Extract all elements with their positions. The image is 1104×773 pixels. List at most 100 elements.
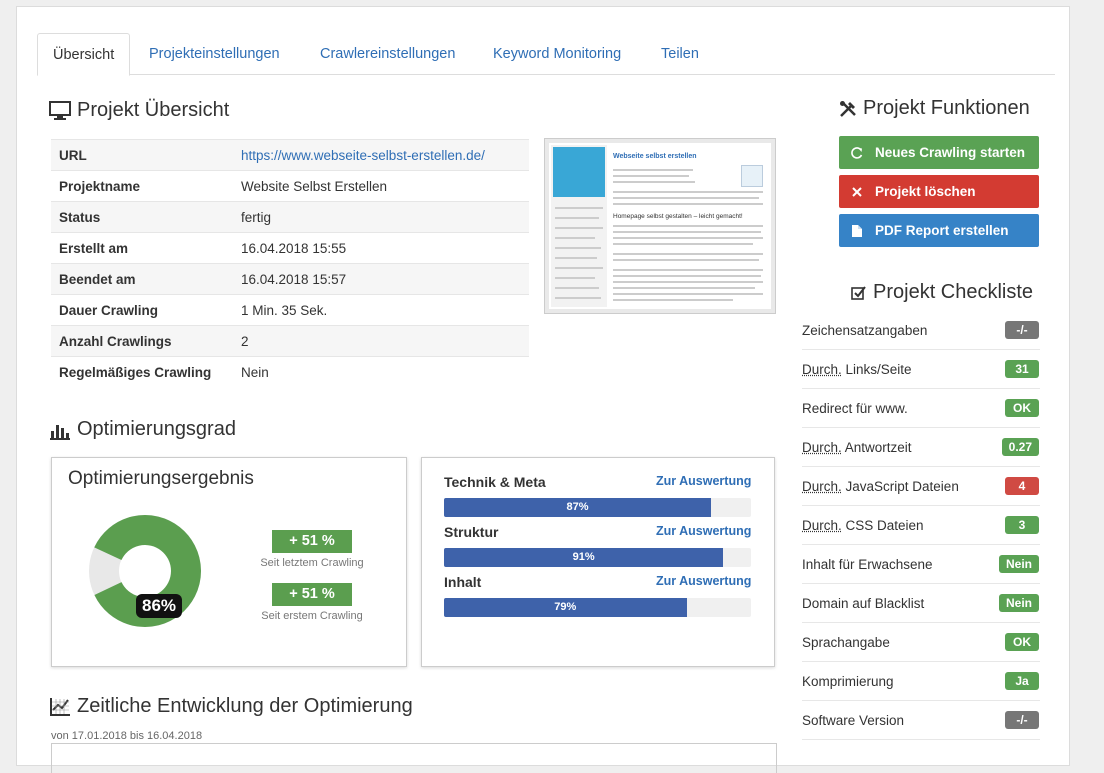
abbr-durch: Durch. [802, 479, 842, 494]
row-key: Anzahl Crawlings [51, 326, 233, 357]
checklist-item: Durch. Links/Seite 31 [802, 350, 1040, 389]
progress-fill: 91% [444, 548, 723, 567]
optimization-result-box: Optimierungsergebnis 86% + 51 % Seit let… [51, 457, 407, 667]
status-badge: 3 [1005, 516, 1039, 534]
checklist-item: Redirect für www. OK [802, 389, 1040, 428]
row-key: Dauer Crawling [51, 295, 233, 326]
abbr-durch: Durch. [802, 440, 842, 455]
timeline-range: von 17.01.2018 bis 16.04.2018 [51, 730, 202, 742]
table-row: Projektname Website Selbst Erstellen [51, 171, 529, 202]
status-badge: 4 [1005, 477, 1039, 495]
status-badge: Nein [999, 555, 1039, 573]
row-key: Beendet am [51, 264, 233, 295]
overview-title: Projekt Übersicht [77, 99, 229, 122]
progress-fill: 79% [444, 598, 687, 617]
start-crawling-button[interactable]: Neues Crawling starten [839, 136, 1039, 169]
row-value: 1 Min. 35 Sek. [233, 295, 529, 326]
pdf-report-button[interactable]: PDF Report erstellen [839, 214, 1039, 247]
checklist-item: Inhalt für Erwachsene Nein [802, 545, 1040, 584]
checklist-item: Durch. Antwortzeit 0.27 [802, 428, 1040, 467]
row-value: Website Selbst Erstellen [233, 171, 529, 202]
checklist-item: Software Version -/- [802, 701, 1040, 740]
table-row: Status fertig [51, 202, 529, 233]
row-value: Nein [233, 357, 529, 388]
checklist-item-label: Zeichensatzangaben [802, 323, 927, 338]
table-row: Erstellt am 16.04.2018 15:55 [51, 233, 529, 264]
optimization-heading: Optimierungsgrad [49, 418, 236, 441]
delete-project-label: Projekt löschen [875, 184, 976, 199]
checklist-item-label: Domain auf Blacklist [802, 596, 924, 611]
row-key: Status [51, 202, 233, 233]
functions-heading: Projekt Funktionen [839, 97, 1030, 120]
category-label: Struktur [444, 524, 498, 540]
overview-heading: Projekt Übersicht [49, 99, 229, 122]
checklist-item: Zeichensatzangaben -/- [802, 311, 1040, 350]
status-badge: -/- [1005, 321, 1039, 339]
category-progress-bar: 79% [444, 598, 751, 617]
table-row: Anzahl Crawlings 2 [51, 326, 529, 357]
row-value: 16.04.2018 15:55 [233, 233, 529, 264]
checklist-item: Domain auf Blacklist Nein [802, 584, 1040, 623]
checklist-item-label: Software Version [802, 713, 904, 728]
checklist-item-label: Durch. CSS Dateien [802, 518, 924, 533]
row-value: fertig [233, 202, 529, 233]
result-title: Optimierungsergebnis [68, 468, 254, 490]
thumbnail-hero-image [553, 147, 605, 197]
checklist-item-label: Durch. Antwortzeit [802, 440, 912, 455]
checklist: Zeichensatzangaben -/- Durch. Links/Seit… [802, 311, 1040, 740]
checklist-item-label: Redirect für www. [802, 401, 908, 416]
table-row: Beendet am 16.04.2018 15:57 [51, 264, 529, 295]
thumbnail-site-title: Webseite selbst erstellen [613, 153, 697, 160]
abbr-durch: Durch. [802, 362, 842, 377]
status-badge: Ja [1005, 672, 1039, 690]
tab-projekteinstellungen[interactable]: Projekteinstellungen [134, 33, 295, 75]
row-key: URL [51, 140, 233, 171]
status-badge: 0.27 [1002, 438, 1039, 456]
checklist-item-label: Komprimierung [802, 674, 894, 689]
checklist-item: Durch. CSS Dateien 3 [802, 506, 1040, 545]
status-badge: Nein [999, 594, 1039, 612]
delta-first-badge: + 51 % [272, 583, 352, 606]
monitor-icon [49, 101, 71, 121]
status-badge: 31 [1005, 360, 1039, 378]
status-badge: OK [1005, 633, 1039, 651]
timeline-title: Zeitliche Entwicklung der Optimierung [77, 695, 413, 718]
delete-project-button[interactable]: Projekt löschen [839, 175, 1039, 208]
table-row: Regelmäßiges Crawling Nein [51, 357, 529, 388]
category-eval-link[interactable]: Zur Auswertung [656, 474, 751, 488]
status-badge: -/- [1005, 711, 1039, 729]
tab-crawlereinstellungen[interactable]: Crawlereinstellungen [305, 33, 470, 75]
checklist-heading: Projekt Checkliste [851, 281, 1033, 304]
category-progress-bar: 91% [444, 548, 751, 567]
website-thumbnail[interactable]: Webseite selbst erstellen Homepage selbs… [544, 138, 776, 314]
checklist-item-label: Sprachangabe [802, 635, 890, 650]
project-url-link[interactable]: https://www.webseite-selbst-erstellen.de… [241, 148, 485, 163]
refresh-icon [851, 147, 863, 159]
progress-fill: 87% [444, 498, 711, 517]
status-badge: OK [1005, 399, 1039, 417]
start-crawling-label: Neues Crawling starten [875, 145, 1025, 160]
main-panel: Übersicht Projekteinstellungen Crawlerei… [16, 6, 1070, 766]
category-eval-link[interactable]: Zur Auswertung [656, 524, 751, 538]
score-badge: 86% [136, 594, 182, 618]
category-eval-link[interactable]: Zur Auswertung [656, 574, 751, 588]
tools-icon [839, 100, 857, 118]
line-chart-icon [49, 697, 71, 717]
timeline-heading: Zeitliche Entwicklung der Optimierung [49, 695, 413, 718]
tab-teilen[interactable]: Teilen [646, 33, 714, 75]
file-icon [851, 224, 863, 238]
row-key: Erstellt am [51, 233, 233, 264]
delta-last-badge: + 51 % [272, 530, 352, 553]
category-label: Technik & Meta [444, 474, 546, 490]
functions-title: Projekt Funktionen [863, 97, 1030, 120]
checklist-title: Projekt Checkliste [873, 281, 1033, 304]
delta-last-caption: Seit letztem Crawling [247, 557, 377, 569]
table-row: Dauer Crawling 1 Min. 35 Sek. [51, 295, 529, 326]
checklist-item: Durch. JavaScript Dateien 4 [802, 467, 1040, 506]
checklist-item-label: Durch. Links/Seite [802, 362, 912, 377]
checklist-item-label: Inhalt für Erwachsene [802, 557, 933, 572]
tab-keyword-monitoring[interactable]: Keyword Monitoring [478, 33, 636, 75]
house-icon [741, 165, 763, 187]
table-row: URL https://www.webseite-selbst-erstelle… [51, 140, 529, 171]
tab-uebersicht[interactable]: Übersicht [37, 33, 130, 76]
